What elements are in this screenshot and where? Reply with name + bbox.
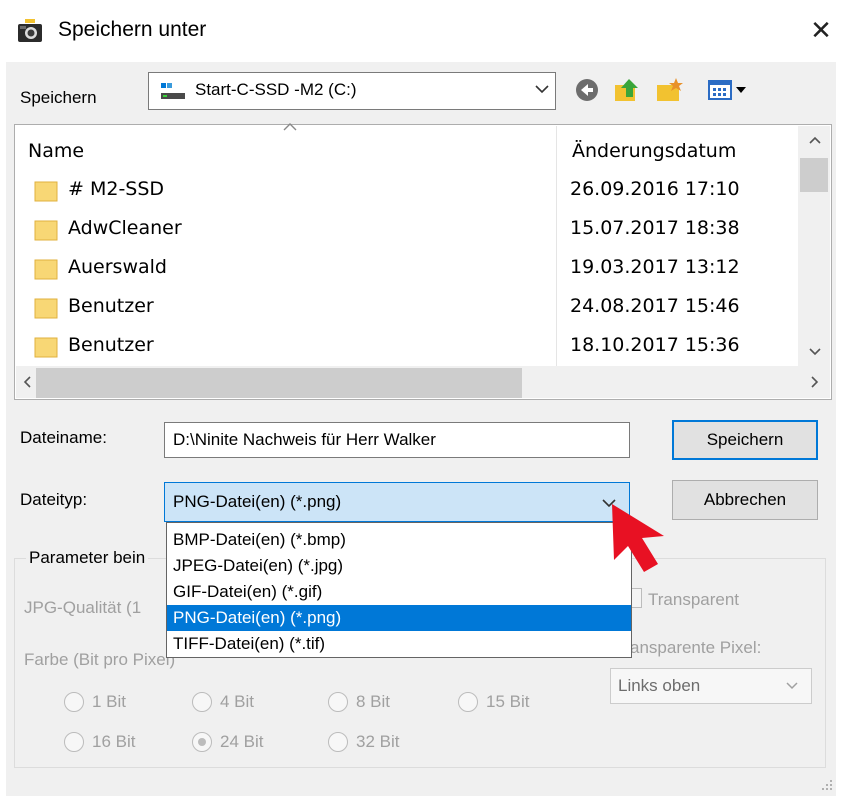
filetype-option-jpg[interactable]: JPEG-Datei(en) (*.jpg): [167, 553, 631, 579]
file-date: 18.10.2017 15:36: [570, 334, 740, 356]
scroll-left-icon[interactable]: [20, 374, 36, 390]
list-item[interactable]: Auerswald 19.03.2017 13:12: [24, 252, 796, 290]
radio-8-bit[interactable]: [328, 692, 348, 712]
file-date: 15.07.2017 18:38: [570, 217, 740, 239]
filetype-dropdown-list[interactable]: BMP-Datei(en) (*.bmp) JPEG-Datei(en) (*.…: [166, 522, 632, 658]
filetype-option-tif[interactable]: TIFF-Datei(en) (*.tif): [167, 631, 631, 657]
save-in-label: Speichern: [20, 88, 97, 107]
transparent-pixel-label: ansparente Pixel:: [630, 638, 762, 657]
filetype-label: Dateityp:: [20, 490, 88, 509]
list-item[interactable]: Benutzer 18.10.2017 15:36: [24, 330, 796, 368]
list-item[interactable]: # M2-SSD 26.09.2016 17:10: [24, 174, 796, 212]
filetype-option-bmp[interactable]: BMP-Datei(en) (*.bmp): [167, 527, 631, 553]
close-button[interactable]: ✕: [806, 14, 836, 46]
file-name: Auerswald: [68, 256, 167, 278]
scroll-up-icon[interactable]: [806, 132, 824, 150]
drive-icon: [161, 83, 185, 99]
color-depth-label: Farbe (Bit pro Pixel): [24, 650, 176, 669]
transparent-pixel-value: Links oben: [618, 676, 701, 695]
filetype-select[interactable]: PNG-Datei(en) (*.png): [164, 482, 630, 522]
column-header-date[interactable]: Änderungsdatum: [572, 140, 736, 162]
radio-16-bit[interactable]: [64, 732, 84, 752]
new-folder-icon[interactable]: [654, 75, 684, 105]
horizontal-scroll-thumb[interactable]: [36, 368, 522, 398]
folder-icon: [34, 298, 58, 319]
file-date: 24.08.2017 15:46: [570, 295, 740, 317]
radio-label: 8 Bit: [356, 692, 391, 711]
cancel-button[interactable]: Abbrechen: [672, 480, 818, 520]
filetype-option-gif[interactable]: GIF-Datei(en) (*.gif): [167, 579, 631, 605]
radio-15-bit[interactable]: [458, 692, 478, 712]
file-name: Benutzer: [68, 334, 154, 356]
folder-icon: [34, 181, 58, 202]
up-folder-icon[interactable]: [612, 75, 642, 105]
jpg-quality-label: JPG-Qualität (1: [24, 598, 142, 617]
red-arrow-pointer-icon: [612, 504, 664, 572]
save-in-value: Start-C-SSD -M2 (C:): [195, 80, 357, 99]
chevron-down-icon[interactable]: [784, 680, 800, 692]
file-name: Benutzer: [68, 295, 154, 317]
folder-icon: [34, 337, 58, 358]
file-date: 26.09.2016 17:10: [570, 178, 740, 200]
radio-label: 16 Bit: [92, 732, 136, 751]
sort-caret-icon: [283, 123, 297, 131]
filetype-option-png[interactable]: PNG-Datei(en) (*.png): [167, 605, 631, 631]
radio-24-bit[interactable]: [192, 732, 212, 752]
list-item[interactable]: AdwCleaner 15.07.2017 18:38: [24, 213, 796, 251]
radio-label: 15 Bit: [486, 692, 530, 711]
scroll-right-icon[interactable]: [806, 374, 822, 390]
radio-32-bit[interactable]: [328, 732, 348, 752]
transparent-label: Transparent: [648, 590, 740, 609]
file-name: # M2-SSD: [68, 178, 165, 200]
chevron-down-icon[interactable]: [532, 78, 552, 100]
file-name: AdwCleaner: [68, 217, 182, 239]
radio-label: 24 Bit: [220, 732, 264, 751]
back-icon[interactable]: [572, 75, 602, 105]
filename-label: Dateiname:: [20, 428, 107, 447]
vertical-scroll-thumb[interactable]: [800, 158, 828, 192]
scroll-down-icon[interactable]: [806, 342, 824, 360]
parameters-title: Parameter bein: [26, 548, 149, 568]
folder-icon: [34, 259, 58, 280]
window-title: Speichern unter: [58, 18, 207, 41]
column-header-name[interactable]: Name: [28, 140, 84, 162]
radio-label: 4 Bit: [220, 692, 255, 711]
save-button[interactable]: Speichern: [672, 420, 818, 460]
camera-icon: [18, 19, 42, 42]
list-item[interactable]: Benutzer 24.08.2017 15:46: [24, 291, 796, 329]
radio-1-bit[interactable]: [64, 692, 84, 712]
resize-grip-icon[interactable]: [820, 778, 834, 792]
radio-4-bit[interactable]: [192, 692, 212, 712]
radio-label: 32 Bit: [356, 732, 400, 751]
folder-icon: [34, 220, 58, 241]
file-date: 19.03.2017 13:12: [570, 256, 740, 278]
view-menu-icon[interactable]: [706, 75, 760, 105]
filename-field[interactable]: D:\Ninite Nachweis für Herr Walker: [164, 422, 630, 458]
radio-label: 1 Bit: [92, 692, 127, 711]
